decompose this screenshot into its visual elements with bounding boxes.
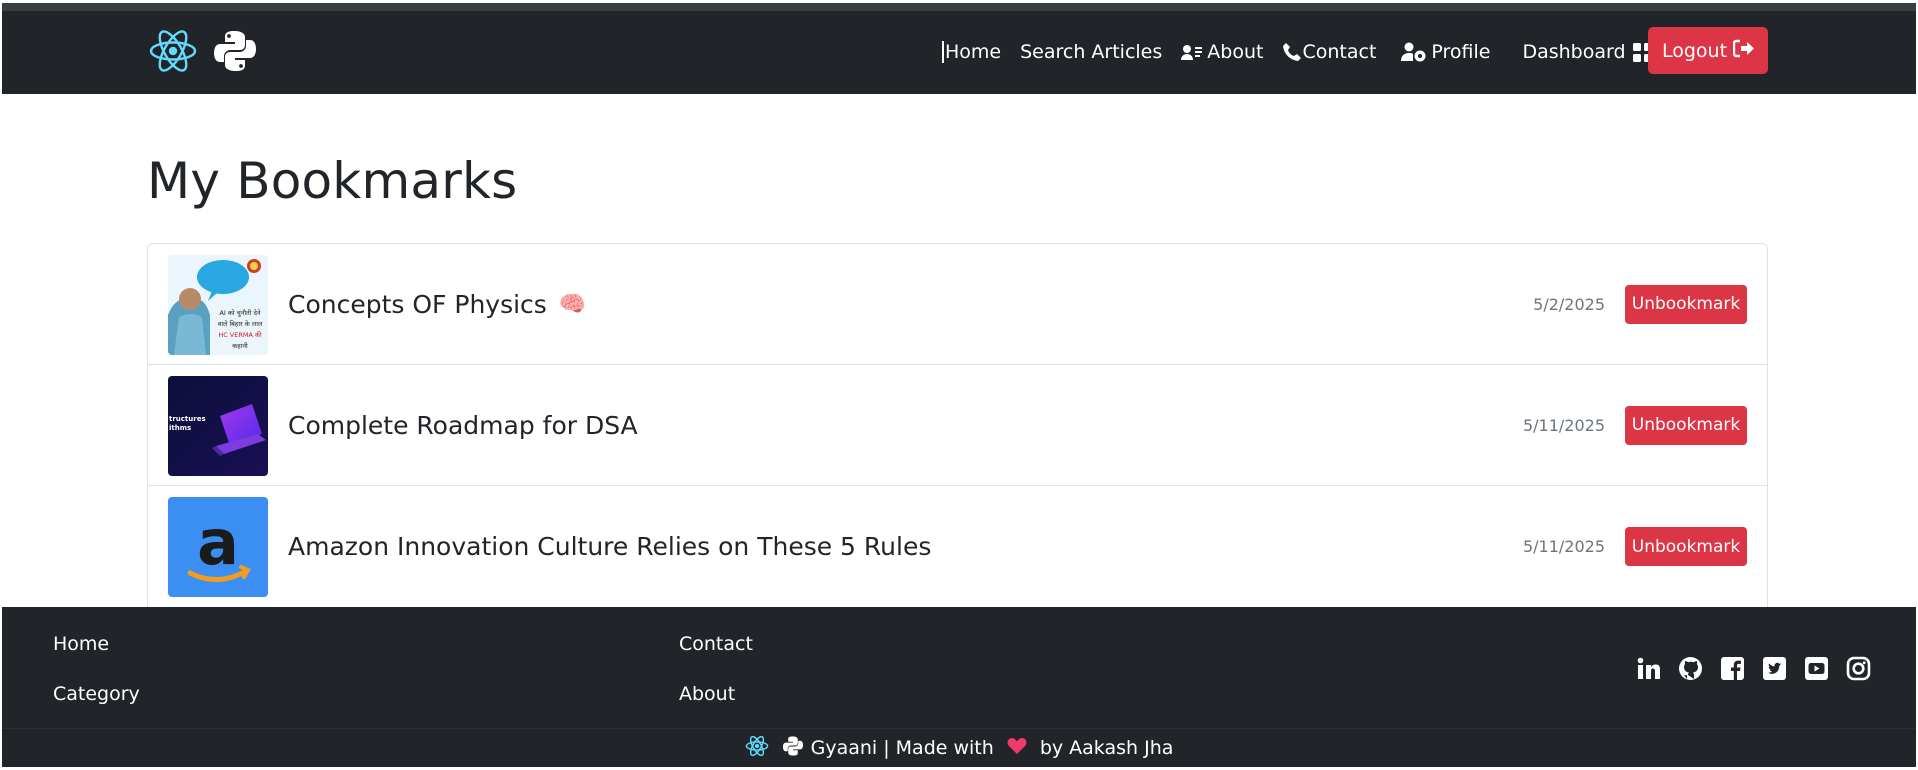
heart-icon [1007, 737, 1027, 760]
thumb-text-line: वाले बिहार के लाल [218, 320, 263, 328]
page-title: My Bookmarks [147, 152, 518, 210]
nav-profile-label: Profile [1431, 41, 1491, 63]
nav-about-label: About [1207, 41, 1264, 63]
nav-profile-link[interactable]: Profile [1401, 41, 1490, 63]
bookmark-date: 5/11/2025 [1522, 415, 1605, 435]
bookmark-title-link[interactable]: Complete Roadmap for DSA [288, 411, 638, 440]
dsa-laptop-thumbnail[interactable]: tructures ithms [168, 376, 268, 476]
linkedin-icon[interactable] [1636, 656, 1661, 681]
logout-button[interactable]: Logout [1648, 27, 1768, 74]
footer-link-home[interactable]: Home [53, 633, 109, 655]
footer-link-category[interactable]: Category [53, 683, 140, 705]
bookmark-list: AI को चुनौती देने वाले बिहार के लाल HC V… [147, 243, 1768, 608]
address-card-icon [1181, 43, 1203, 61]
nav-dashboard-label: Dashboard [1522, 41, 1626, 63]
footer-credit: Gyaani | Made with by Aakash Jha [2, 728, 1916, 767]
nav-contact-link[interactable]: Contact [1282, 41, 1376, 63]
unbookmark-button[interactable]: Unbookmark [1625, 405, 1747, 445]
bookmark-row: a Amazon Innovation Culture Relies on Th… [148, 486, 1767, 607]
phone-icon [1282, 42, 1302, 62]
bookmark-date: 5/11/2025 [1522, 537, 1605, 556]
youtube-icon[interactable] [1804, 656, 1829, 681]
thumb-text-line: tructures [169, 415, 206, 423]
thumb-text-line: AI को चुनौती देने [219, 309, 260, 317]
social-links [1636, 656, 1871, 681]
atom-icon [745, 734, 769, 763]
footer: Home Category Contact About Gyaani | Mad… [2, 607, 1916, 767]
nav-links: Home Search Articles About Contact Profi… [942, 41, 1652, 63]
python-icon [782, 735, 804, 762]
nav-dashboard-link[interactable]: Dashboard [1522, 41, 1652, 63]
bookmark-title: Complete Roadmap for DSA [288, 410, 638, 440]
nav-search-link[interactable]: Search Articles [1020, 41, 1162, 63]
sign-out-icon [1732, 39, 1755, 63]
atom-icon [148, 26, 198, 76]
nav-search-label: Search Articles [1020, 41, 1163, 63]
thumb-text-line: कहानी [232, 342, 248, 350]
credit-prefix: Gyaani | Made with [810, 737, 994, 759]
physics-teacher-thumbnail[interactable]: AI को चुनौती देने वाले बिहार के लाल HC V… [168, 255, 268, 355]
bookmark-row: tructures ithms Complete Roadmap for DSA… [148, 365, 1767, 486]
footer-link-contact[interactable]: Contact [679, 633, 753, 655]
twitter-icon[interactable] [1762, 656, 1787, 681]
nav-home-link[interactable]: Home [942, 41, 1001, 63]
instagram-icon[interactable] [1846, 656, 1871, 681]
logout-label: Logout [1661, 39, 1728, 62]
nav-about-link[interactable]: About [1181, 41, 1263, 63]
credit-suffix: by Aakash Jha [1039, 737, 1174, 759]
navbar: Home Search Articles About Contact Profi… [2, 11, 1916, 94]
amazon-logo-letter: a [197, 506, 239, 579]
facebook-icon[interactable] [1720, 656, 1745, 681]
user-gear-icon [1401, 42, 1427, 62]
brand[interactable] [148, 26, 258, 76]
thumb-text-line: ithms [169, 424, 191, 432]
unbookmark-button[interactable]: Unbookmark [1625, 527, 1747, 566]
bookmark-date: 5/2/2025 [1533, 294, 1605, 314]
brain-icon: 🧠 [558, 291, 587, 317]
top-bar [2, 3, 1916, 11]
unbookmark-button[interactable]: Unbookmark [1625, 284, 1747, 324]
bookmark-row: AI को चुनौती देने वाले बिहार के लाल HC V… [148, 244, 1767, 365]
bookmark-title: Concepts OF Physics [288, 289, 547, 319]
python-icon [212, 28, 258, 74]
bookmark-title: Amazon Innovation Culture Relies on Thes… [288, 532, 932, 561]
footer-link-about[interactable]: About [679, 683, 735, 705]
bookmark-title-link[interactable]: Amazon Innovation Culture Relies on Thes… [288, 532, 931, 561]
amazon-logo-thumbnail[interactable]: a [168, 497, 268, 597]
thumb-text-line: HC VERMA की [218, 331, 262, 339]
nav-home-label: Home [945, 41, 1002, 63]
github-icon[interactable] [1678, 656, 1703, 681]
nav-contact-label: Contact [1302, 41, 1377, 63]
bookmark-title-link[interactable]: Concepts OF Physics 🧠 [288, 290, 586, 319]
